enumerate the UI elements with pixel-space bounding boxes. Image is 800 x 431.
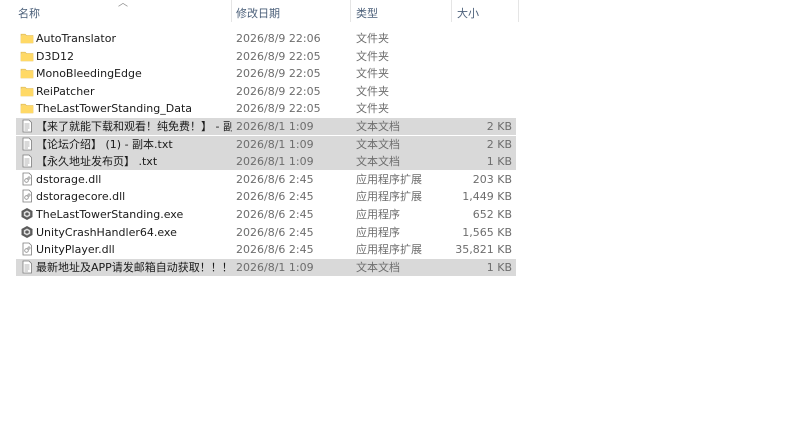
column-header-name[interactable]: 名称: [18, 0, 228, 30]
file-date: 2026/8/1 1:09: [236, 155, 314, 169]
file-date: 2026/8/1 1:09: [236, 260, 314, 274]
file-type: 文件夹: [356, 49, 389, 63]
file-type: 应用程序扩展: [356, 243, 422, 257]
file-type: 应用程序扩展: [356, 172, 422, 186]
folder-icon: [20, 84, 34, 98]
file-name: MonoBleedingEdge: [36, 67, 142, 81]
file-type: 文件夹: [356, 32, 389, 45]
folder-row[interactable]: ReiPatcher 2026/8/9 22:05 文件夹: [16, 83, 516, 100]
text-file-icon: [20, 154, 34, 168]
file-size: 1,449 KB: [462, 190, 512, 204]
column-divider[interactable]: [231, 0, 232, 22]
file-date: 2026/8/6 2:45: [236, 208, 314, 221]
file-row[interactable]: dstoragecore.dll 2026/8/6 2:45 应用程序扩展 1,449…: [16, 188, 516, 205]
text-file-icon: [20, 119, 34, 133]
file-size: 1 KB: [486, 260, 512, 274]
file-row[interactable]: 【来了就能下载和观看！纯免费！】 - 副... 2026/8/1 1:09 文本文档…: [16, 118, 516, 135]
column-divider[interactable]: [451, 0, 452, 22]
file-type: 文本文档: [356, 137, 400, 151]
file-name: ReiPatcher: [36, 84, 95, 98]
file-type: 文本文档: [356, 260, 400, 274]
file-size: 203 KB: [472, 172, 512, 186]
file-size: 1,565 KB: [462, 225, 512, 239]
folder-icon: [20, 49, 34, 63]
folder-row[interactable]: MonoBleedingEdge 2026/8/9 22:05 文件夹: [16, 65, 516, 82]
file-type: 文件夹: [356, 84, 389, 98]
text-file-icon: [20, 137, 34, 151]
file-name: UnityCrashHandler64.exe: [36, 225, 177, 239]
file-name: dstorage.dll: [36, 172, 102, 186]
file-date: 2026/8/1 1:09: [236, 137, 314, 151]
unity-exe-icon: [20, 207, 34, 221]
file-row[interactable]: UnityCrashHandler64.exe 2026/8/6 2:45 应用程序…: [16, 224, 516, 241]
file-date: 2026/8/9 22:06: [236, 32, 321, 45]
column-divider[interactable]: [350, 0, 351, 22]
column-header-date[interactable]: 修改日期: [236, 0, 350, 30]
file-name: 【来了就能下载和观看！纯免费！】 - 副...: [36, 120, 232, 133]
file-row[interactable]: UnityPlayer.dll 2026/8/6 2:45 应用程序扩展 35,821…: [16, 241, 516, 258]
column-header-size[interactable]: 大小: [457, 0, 517, 30]
file-name: AutoTranslator: [36, 32, 116, 45]
file-date: 2026/8/9 22:05: [236, 67, 321, 81]
file-date: 2026/8/1 1:09: [236, 120, 314, 133]
file-row[interactable]: 【永久地址发布页】 .txt 2026/8/1 1:09 文本文档 1 KB: [16, 153, 516, 171]
folder-icon: [20, 101, 34, 115]
file-date: 2026/8/9 22:05: [236, 102, 321, 116]
folder-row[interactable]: TheLastTowerStanding_Data 2026/8/9 22:05 文…: [16, 100, 516, 117]
folder-row[interactable]: D3D12 2026/8/9 22:05 文件夹: [16, 48, 516, 65]
folder-icon: [20, 31, 34, 45]
file-type: 应用程序: [356, 225, 400, 239]
file-type: 文件夹: [356, 102, 389, 116]
file-type: 文本文档: [356, 120, 400, 133]
file-size: 1 KB: [486, 155, 512, 169]
folder-row[interactable]: AutoTranslator 2026/8/9 22:06 文件夹: [16, 30, 516, 47]
dll-file-icon: [20, 172, 34, 186]
column-header-bar: ︿ 名称 修改日期 类型 大小: [0, 0, 520, 30]
file-date: 2026/8/9 22:05: [236, 49, 321, 63]
file-size: 2 KB: [486, 137, 512, 151]
file-row[interactable]: dstorage.dll 2026/8/6 2:45 应用程序扩展 203 KB: [16, 171, 516, 188]
column-divider[interactable]: [518, 0, 519, 22]
file-name: D3D12: [36, 49, 74, 63]
file-row[interactable]: 【论坛介绍】 (1) - 副本.txt 2026/8/1 1:09 文本文档 2 KB: [16, 135, 516, 153]
file-row[interactable]: 最新地址及APP请发邮箱自动获取！！！... 2026/8/1 1:09 文本文档 1…: [16, 258, 516, 276]
text-file-icon: [20, 260, 34, 274]
dll-file-icon: [20, 189, 34, 203]
file-name: 最新地址及APP请发邮箱自动获取！！！...: [36, 260, 232, 274]
file-type: 文件夹: [356, 67, 389, 81]
unity-exe-icon: [20, 225, 34, 239]
file-date: 2026/8/6 2:45: [236, 225, 314, 239]
file-name: 【论坛介绍】 (1) - 副本.txt: [36, 137, 173, 151]
file-size: 35,821 KB: [455, 243, 512, 257]
file-name: TheLastTowerStanding_Data: [36, 102, 193, 116]
dll-file-icon: [20, 242, 34, 256]
file-name: UnityPlayer.dll: [36, 243, 115, 257]
file-type: 应用程序: [356, 208, 400, 221]
file-date: 2026/8/6 2:45: [236, 243, 314, 257]
file-date: 2026/8/9 22:05: [236, 84, 321, 98]
file-name: TheLastTowerStanding.exe: [36, 208, 184, 221]
file-size: 652 KB: [472, 208, 512, 221]
file-name: 【永久地址发布页】 .txt: [36, 155, 158, 169]
file-name: dstoragecore.dll: [36, 190, 126, 204]
column-header-type[interactable]: 类型: [356, 0, 448, 30]
file-type: 应用程序扩展: [356, 190, 422, 204]
file-date: 2026/8/6 2:45: [236, 172, 314, 186]
file-row[interactable]: TheLastTowerStanding.exe 2026/8/6 2:45 应用程…: [16, 206, 516, 223]
file-size: 2 KB: [486, 120, 512, 133]
folder-icon: [20, 66, 34, 80]
file-date: 2026/8/6 2:45: [236, 190, 314, 204]
file-type: 文本文档: [356, 155, 400, 169]
